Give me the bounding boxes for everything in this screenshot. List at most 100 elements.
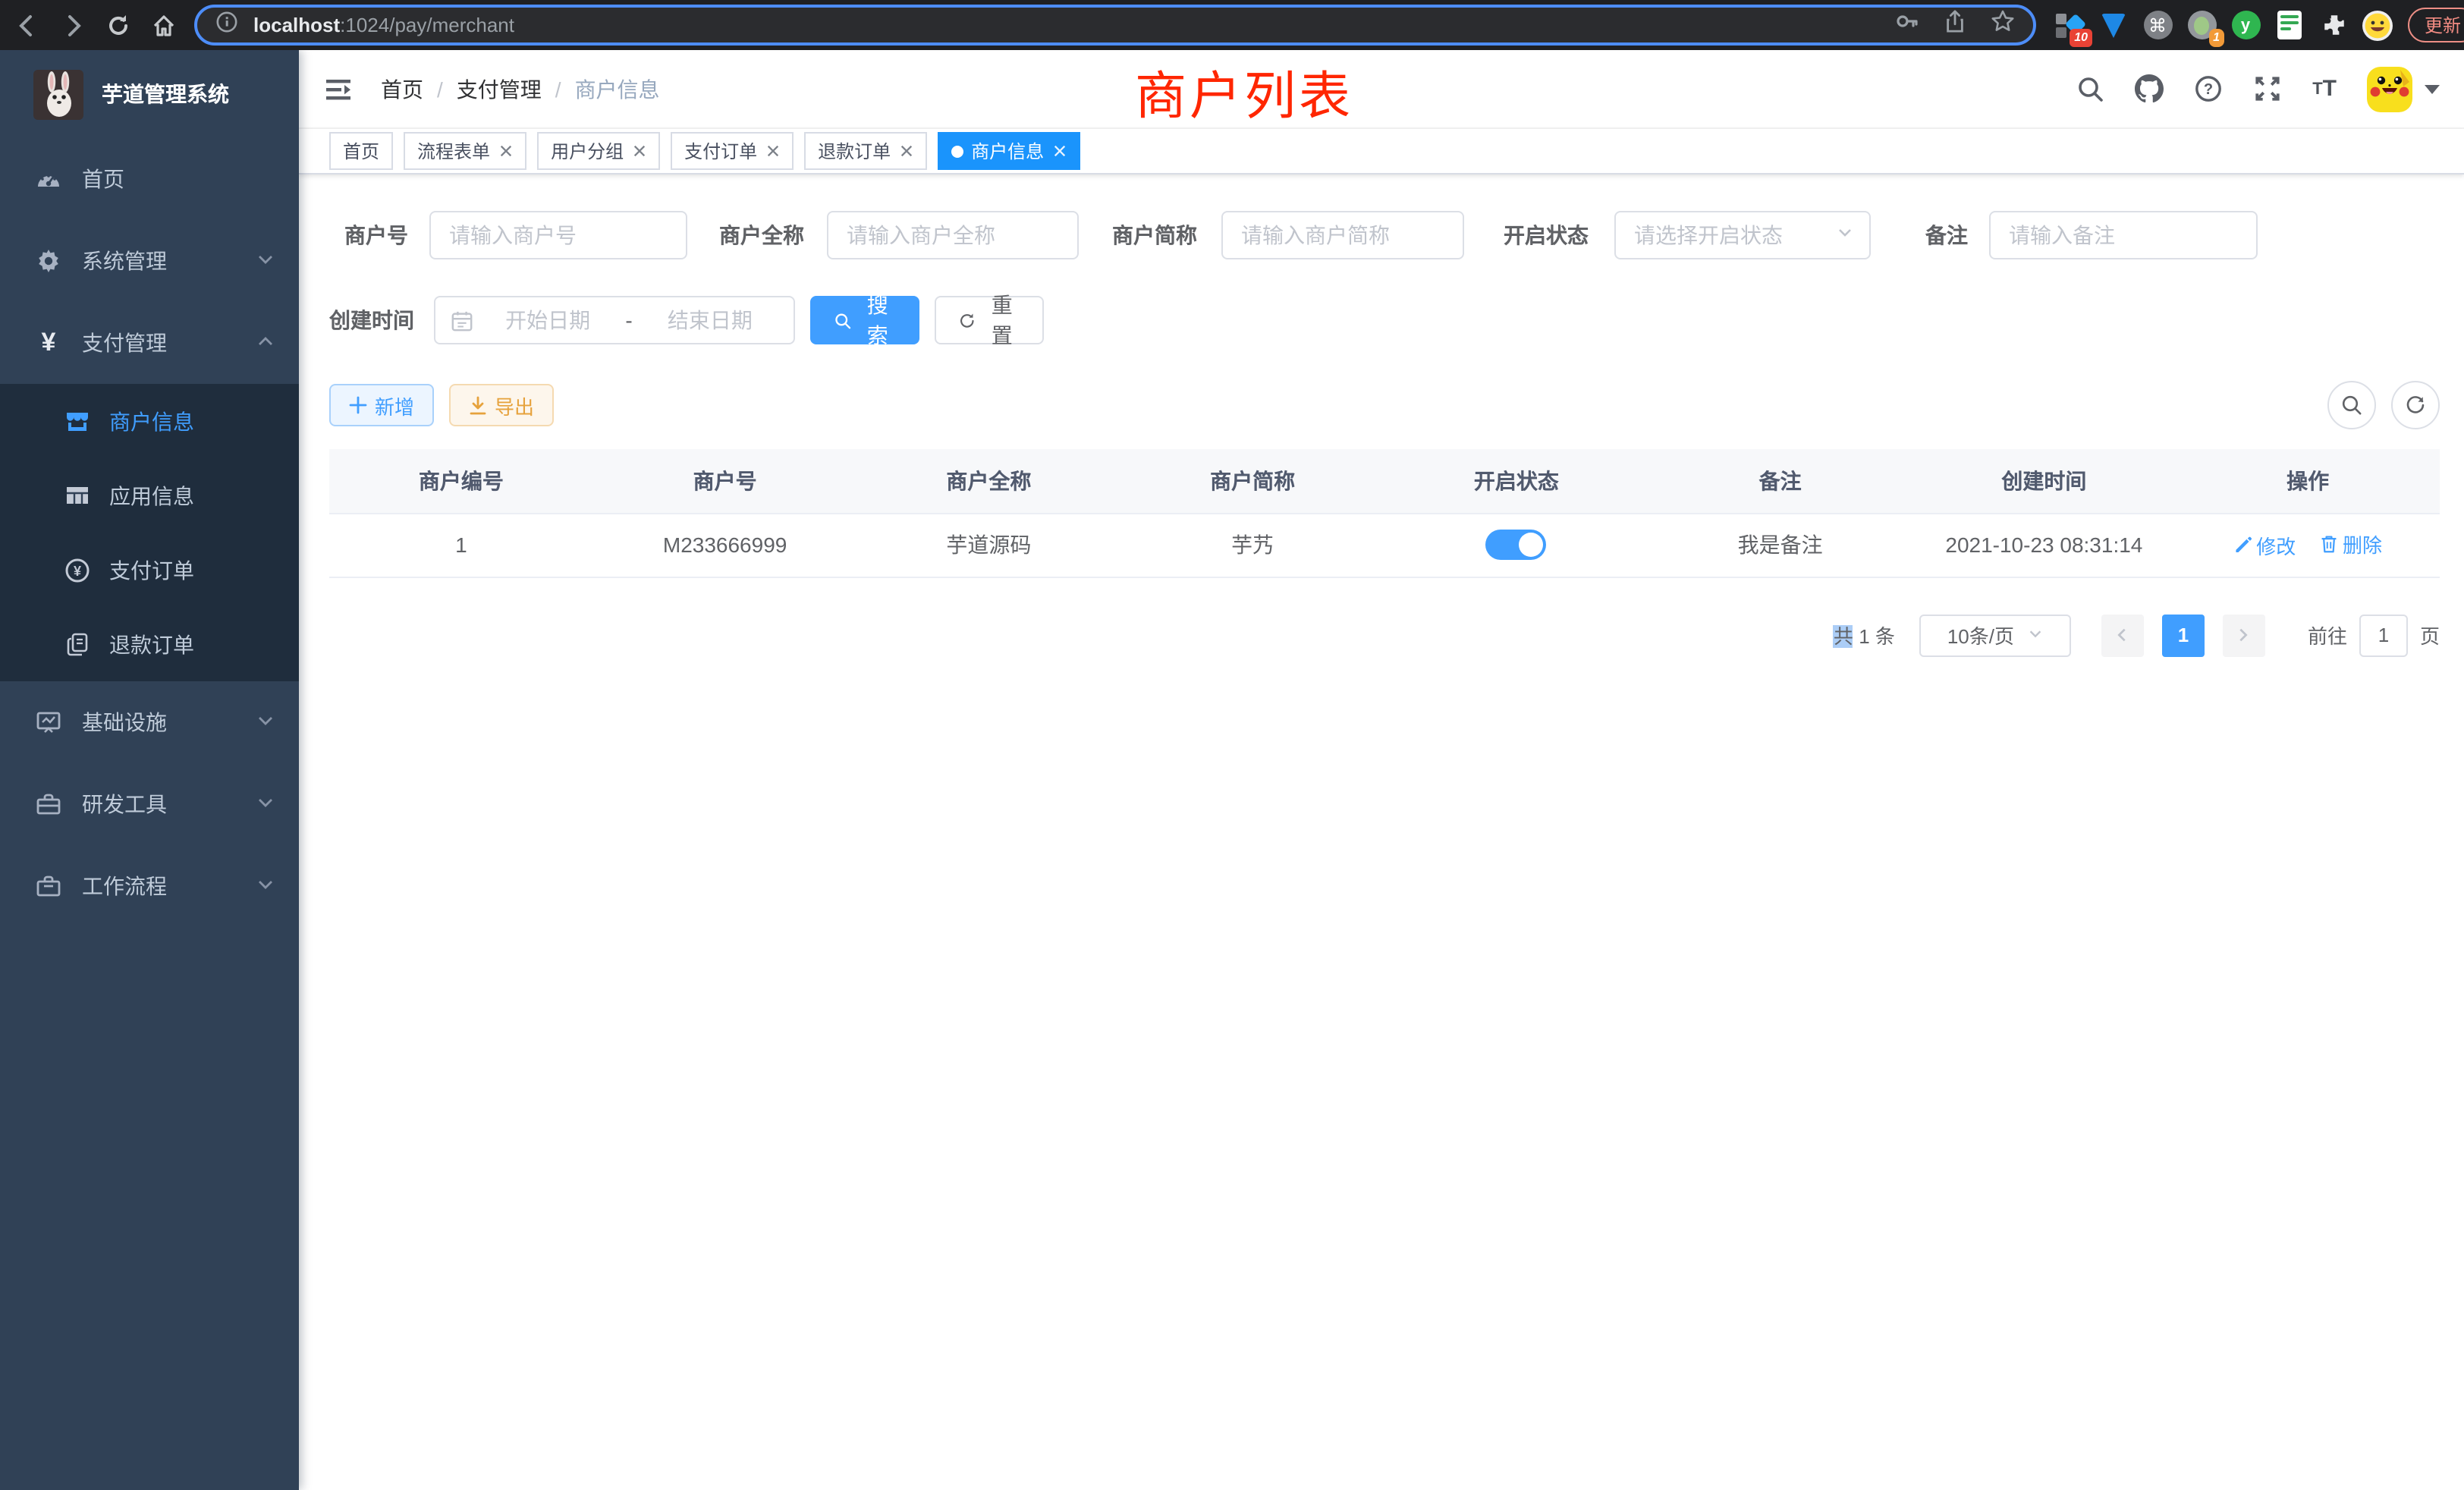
hamburger-icon[interactable] bbox=[323, 74, 354, 104]
add-button[interactable]: 新增 bbox=[329, 384, 434, 426]
col-short-name: 商户简称 bbox=[1120, 449, 1384, 513]
chevron-down-icon bbox=[256, 792, 275, 816]
chevron-down-icon bbox=[1836, 222, 1854, 249]
cell-short-name: 芋艿 bbox=[1120, 513, 1384, 577]
grid-icon bbox=[61, 482, 94, 509]
breadcrumb: 首页 / 支付管理 / 商户信息 bbox=[381, 74, 660, 104]
info-icon[interactable] bbox=[215, 10, 238, 40]
fullscreen-icon[interactable] bbox=[2253, 74, 2282, 103]
tab-process-form[interactable]: 流程表单 bbox=[404, 132, 526, 170]
share-icon[interactable] bbox=[1944, 9, 1966, 41]
extension-profile-badge: 1 bbox=[2208, 28, 2224, 46]
toggle-search-icon-button[interactable] bbox=[2327, 381, 2376, 429]
sidebar-item-payment[interactable]: ¥ 支付管理 bbox=[0, 302, 299, 384]
user-avatar[interactable] bbox=[2367, 66, 2412, 112]
create-time-label: 创建时间 bbox=[329, 305, 434, 335]
close-icon[interactable] bbox=[633, 144, 646, 158]
documents-icon bbox=[61, 631, 94, 657]
gear-icon bbox=[30, 247, 67, 275]
full-name-input[interactable] bbox=[827, 211, 1079, 259]
forward-icon[interactable] bbox=[61, 13, 85, 37]
refresh-icon-button[interactable] bbox=[2391, 381, 2440, 429]
merchant-no-input[interactable] bbox=[429, 211, 687, 259]
tab-merchant-info[interactable]: 商户信息 bbox=[938, 132, 1080, 170]
extension-profile-icon[interactable]: 1 bbox=[2186, 10, 2217, 40]
sidebar-item-workflow[interactable]: 工作流程 bbox=[0, 845, 299, 927]
extension-devtools-icon[interactable]: 10 bbox=[2054, 10, 2085, 40]
sidebar-item-merchant-info[interactable]: 商户信息 bbox=[0, 384, 299, 458]
sidebar-item-app-info[interactable]: 应用信息 bbox=[0, 458, 299, 533]
close-icon[interactable] bbox=[900, 144, 913, 158]
header-search-icon[interactable] bbox=[2077, 75, 2104, 102]
extension-doc-icon[interactable] bbox=[2274, 10, 2305, 40]
tab-refund-order[interactable]: 退款订单 bbox=[804, 132, 927, 170]
home-icon[interactable] bbox=[152, 13, 176, 37]
edit-button[interactable]: 修改 bbox=[2233, 531, 2296, 560]
sidebar-item-home[interactable]: 首页 bbox=[0, 138, 299, 220]
short-name-input[interactable] bbox=[1221, 211, 1464, 259]
chevron-down-icon bbox=[2026, 624, 2043, 646]
delete-button[interactable]: 删除 bbox=[2320, 530, 2382, 559]
breadcrumb-home[interactable]: 首页 bbox=[381, 74, 423, 104]
col-status: 开启状态 bbox=[1384, 449, 1648, 513]
next-page-button[interactable] bbox=[2223, 614, 2265, 656]
yen-circle-icon: ¥ bbox=[61, 556, 94, 583]
logo-rabbit-image bbox=[33, 69, 83, 119]
key-icon[interactable] bbox=[1895, 9, 1919, 41]
sidebar-item-refund-order[interactable]: 退款订单 bbox=[0, 607, 299, 681]
extension-command-icon[interactable]: ⌘ bbox=[2142, 10, 2173, 40]
github-icon[interactable] bbox=[2135, 74, 2164, 103]
caret-down-icon bbox=[2425, 84, 2440, 93]
sidebar-item-system[interactable]: 系统管理 bbox=[0, 220, 299, 302]
status-toggle[interactable] bbox=[1486, 530, 1547, 560]
tab-user-group[interactable]: 用户分组 bbox=[537, 132, 660, 170]
page-size-select[interactable]: 10条/页 bbox=[1919, 614, 2071, 656]
cell-merchant-no: M233666999 bbox=[593, 513, 857, 577]
search-button[interactable]: 搜索 bbox=[810, 296, 919, 344]
url-host: localhost bbox=[253, 14, 340, 36]
app-title: 芋道管理系统 bbox=[102, 79, 229, 109]
extension-y-icon[interactable]: y bbox=[2230, 10, 2261, 40]
user-menu[interactable] bbox=[2367, 66, 2440, 112]
url-bar[interactable]: localhost:1024/pay/merchant bbox=[194, 5, 2036, 46]
status-label: 开启状态 bbox=[1504, 220, 1614, 250]
bookmark-star-icon[interactable] bbox=[1991, 9, 2015, 41]
goto-label: 前往 bbox=[2308, 621, 2347, 649]
cell-actions: 修改 删除 bbox=[2176, 513, 2440, 577]
page-number-1[interactable]: 1 bbox=[2162, 614, 2205, 656]
export-button[interactable]: 导出 bbox=[449, 384, 554, 426]
col-actions: 操作 bbox=[2176, 449, 2440, 513]
prev-page-button[interactable] bbox=[2101, 614, 2144, 656]
browser-update-button[interactable]: 更新 bbox=[2408, 8, 2464, 42]
close-icon[interactable] bbox=[766, 144, 780, 158]
cell-merchant-id: 1 bbox=[329, 513, 593, 577]
tab-pay-order[interactable]: 支付订单 bbox=[671, 132, 794, 170]
sidebar-logo[interactable]: 芋道管理系统 bbox=[0, 50, 299, 138]
extensions-puzzle-icon[interactable] bbox=[2318, 10, 2349, 40]
close-icon[interactable] bbox=[499, 144, 513, 158]
toolbox-icon bbox=[30, 791, 67, 818]
help-icon[interactable]: ? bbox=[2194, 74, 2223, 103]
tags-view: 首页 流程表单 用户分组 支付订单 退款订单 商户信息 bbox=[299, 129, 2464, 174]
back-icon[interactable] bbox=[15, 13, 39, 37]
remark-input[interactable] bbox=[1989, 211, 2258, 259]
goto-page-input[interactable] bbox=[2359, 614, 2408, 656]
tab-home[interactable]: 首页 bbox=[329, 132, 393, 170]
create-time-range-picker[interactable]: 开始日期 - 结束日期 bbox=[434, 296, 795, 344]
reset-button[interactable]: 重置 bbox=[935, 296, 1044, 344]
reload-icon[interactable] bbox=[106, 13, 130, 37]
sidebar-item-dev-tools[interactable]: 研发工具 bbox=[0, 763, 299, 845]
sidebar-item-infrastructure[interactable]: 基础设施 bbox=[0, 681, 299, 763]
chevron-up-icon bbox=[256, 331, 275, 355]
font-size-icon[interactable]: TT bbox=[2312, 76, 2337, 102]
extension-kite-icon[interactable] bbox=[2098, 10, 2129, 40]
table-header-row: 商户编号 商户号 商户全称 商户简称 开启状态 备注 创建时间 操作 bbox=[329, 449, 2440, 513]
col-remark: 备注 bbox=[1648, 449, 1912, 513]
breadcrumb-payment[interactable]: 支付管理 bbox=[457, 74, 542, 104]
sidebar-item-pay-order[interactable]: ¥ 支付订单 bbox=[0, 533, 299, 607]
start-date-placeholder: 开始日期 bbox=[479, 305, 616, 335]
close-icon[interactable] bbox=[1053, 144, 1067, 158]
status-select[interactable]: 请选择开启状态 bbox=[1614, 211, 1871, 259]
browser-profile-avatar[interactable] bbox=[2362, 10, 2393, 40]
cell-created-at: 2021-10-23 08:31:14 bbox=[1912, 513, 2176, 577]
